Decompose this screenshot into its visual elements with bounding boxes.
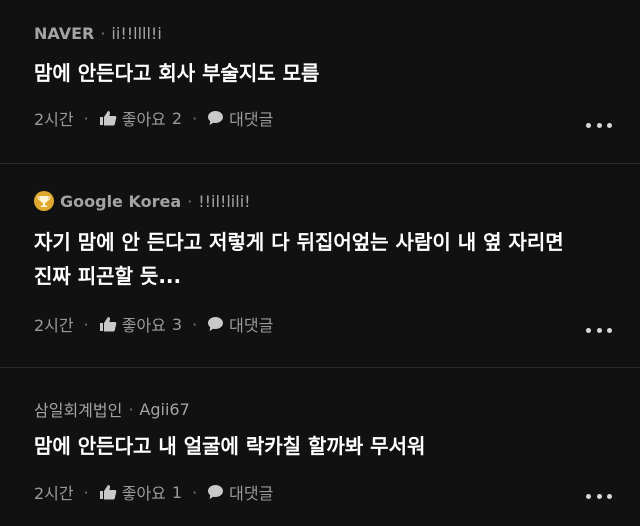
reply-label: 대댓글 xyxy=(229,484,274,503)
comment-text-line: 맘에 안든다고 내 얼굴에 락카칠 할까봐 무서워 xyxy=(34,434,426,458)
comment-author[interactable]: 삼일회계법인 xyxy=(34,397,122,421)
thumbs-up-icon xyxy=(99,316,117,332)
action-separator: · xyxy=(192,314,198,334)
like-button[interactable]: 좋아요 3 xyxy=(99,312,182,336)
comment-handle: !!il!lili! xyxy=(198,191,251,211)
speech-bubble-icon xyxy=(207,110,224,126)
comment-time: 2시간 xyxy=(34,316,74,335)
comment-handle: ii!!llll!i xyxy=(111,24,162,43)
thumbs-up-icon xyxy=(99,110,117,126)
like-button[interactable]: 좋아요 2 xyxy=(99,106,182,130)
speech-bubble-icon xyxy=(207,316,224,332)
like-label: 좋아요 xyxy=(121,110,166,129)
action-separator: · xyxy=(83,108,89,128)
comment-text-line: 진짜 피곤할 듯... xyxy=(34,264,182,288)
comment-3-text: 맘에 안든다고 내 얼굴에 락카칠 할까봐 무서워 xyxy=(34,429,624,463)
trophy-icon xyxy=(34,191,54,211)
comment-2-text: 자기 맘에 안 든다고 저렇게 다 뒤집어엎는 사람이 내 옆 자리면 진짜 피… xyxy=(34,225,624,293)
more-options-button[interactable] xyxy=(586,326,612,334)
meta-separator: · xyxy=(187,191,193,211)
comment-2-actions: 2시간 · 좋아요 3 · 대댓글 xyxy=(34,312,273,336)
comment-handle: Agii67 xyxy=(139,399,190,419)
like-label: 좋아요 xyxy=(121,484,166,503)
more-options-button[interactable] xyxy=(586,121,612,129)
meta-separator: · xyxy=(128,399,134,419)
action-separator: · xyxy=(83,482,89,502)
reply-button[interactable]: 대댓글 xyxy=(207,106,273,130)
reply-button[interactable]: 대댓글 xyxy=(207,312,273,336)
comment-author[interactable]: NAVER xyxy=(34,24,94,43)
comment-3-meta: 삼일회계법인 · Agii67 xyxy=(34,397,190,421)
comment-time: 2시간 xyxy=(34,110,74,129)
action-separator: · xyxy=(83,314,89,334)
comment-divider xyxy=(0,163,640,164)
like-count: 2 xyxy=(171,108,183,128)
reply-button[interactable]: 대댓글 xyxy=(207,480,273,504)
comment-1-text: 맘에 안든다고 회사 부술지도 모름 xyxy=(34,56,624,90)
comment-1-actions: 2시간 · 좋아요 2 · 대댓글 xyxy=(34,106,273,130)
action-separator: · xyxy=(192,482,198,502)
comment-1-meta: NAVER · ii!!llll!i xyxy=(34,24,162,43)
thumbs-up-icon xyxy=(99,484,117,500)
comment-time: 2시간 xyxy=(34,484,74,503)
comment-text-line: 맘에 안든다고 회사 부술지도 모름 xyxy=(34,61,320,85)
comment-2-meta: Google Korea · !!il!lili! xyxy=(34,191,251,211)
more-options-button[interactable] xyxy=(586,492,612,500)
like-button[interactable]: 좋아요 1 xyxy=(99,480,182,504)
reply-label: 대댓글 xyxy=(229,110,274,129)
comment-author[interactable]: Google Korea xyxy=(60,192,181,211)
reply-label: 대댓글 xyxy=(229,316,274,335)
speech-bubble-icon xyxy=(207,484,224,500)
comment-3-actions: 2시간 · 좋아요 1 · 대댓글 xyxy=(34,480,273,504)
like-label: 좋아요 xyxy=(121,316,166,335)
like-count: 1 xyxy=(171,482,183,502)
meta-separator: · xyxy=(100,24,106,43)
comment-text-line: 자기 맘에 안 든다고 저렇게 다 뒤집어엎는 사람이 내 옆 자리면 xyxy=(34,230,564,254)
comment-divider xyxy=(0,367,640,368)
action-separator: · xyxy=(192,108,198,128)
like-count: 3 xyxy=(171,314,183,334)
